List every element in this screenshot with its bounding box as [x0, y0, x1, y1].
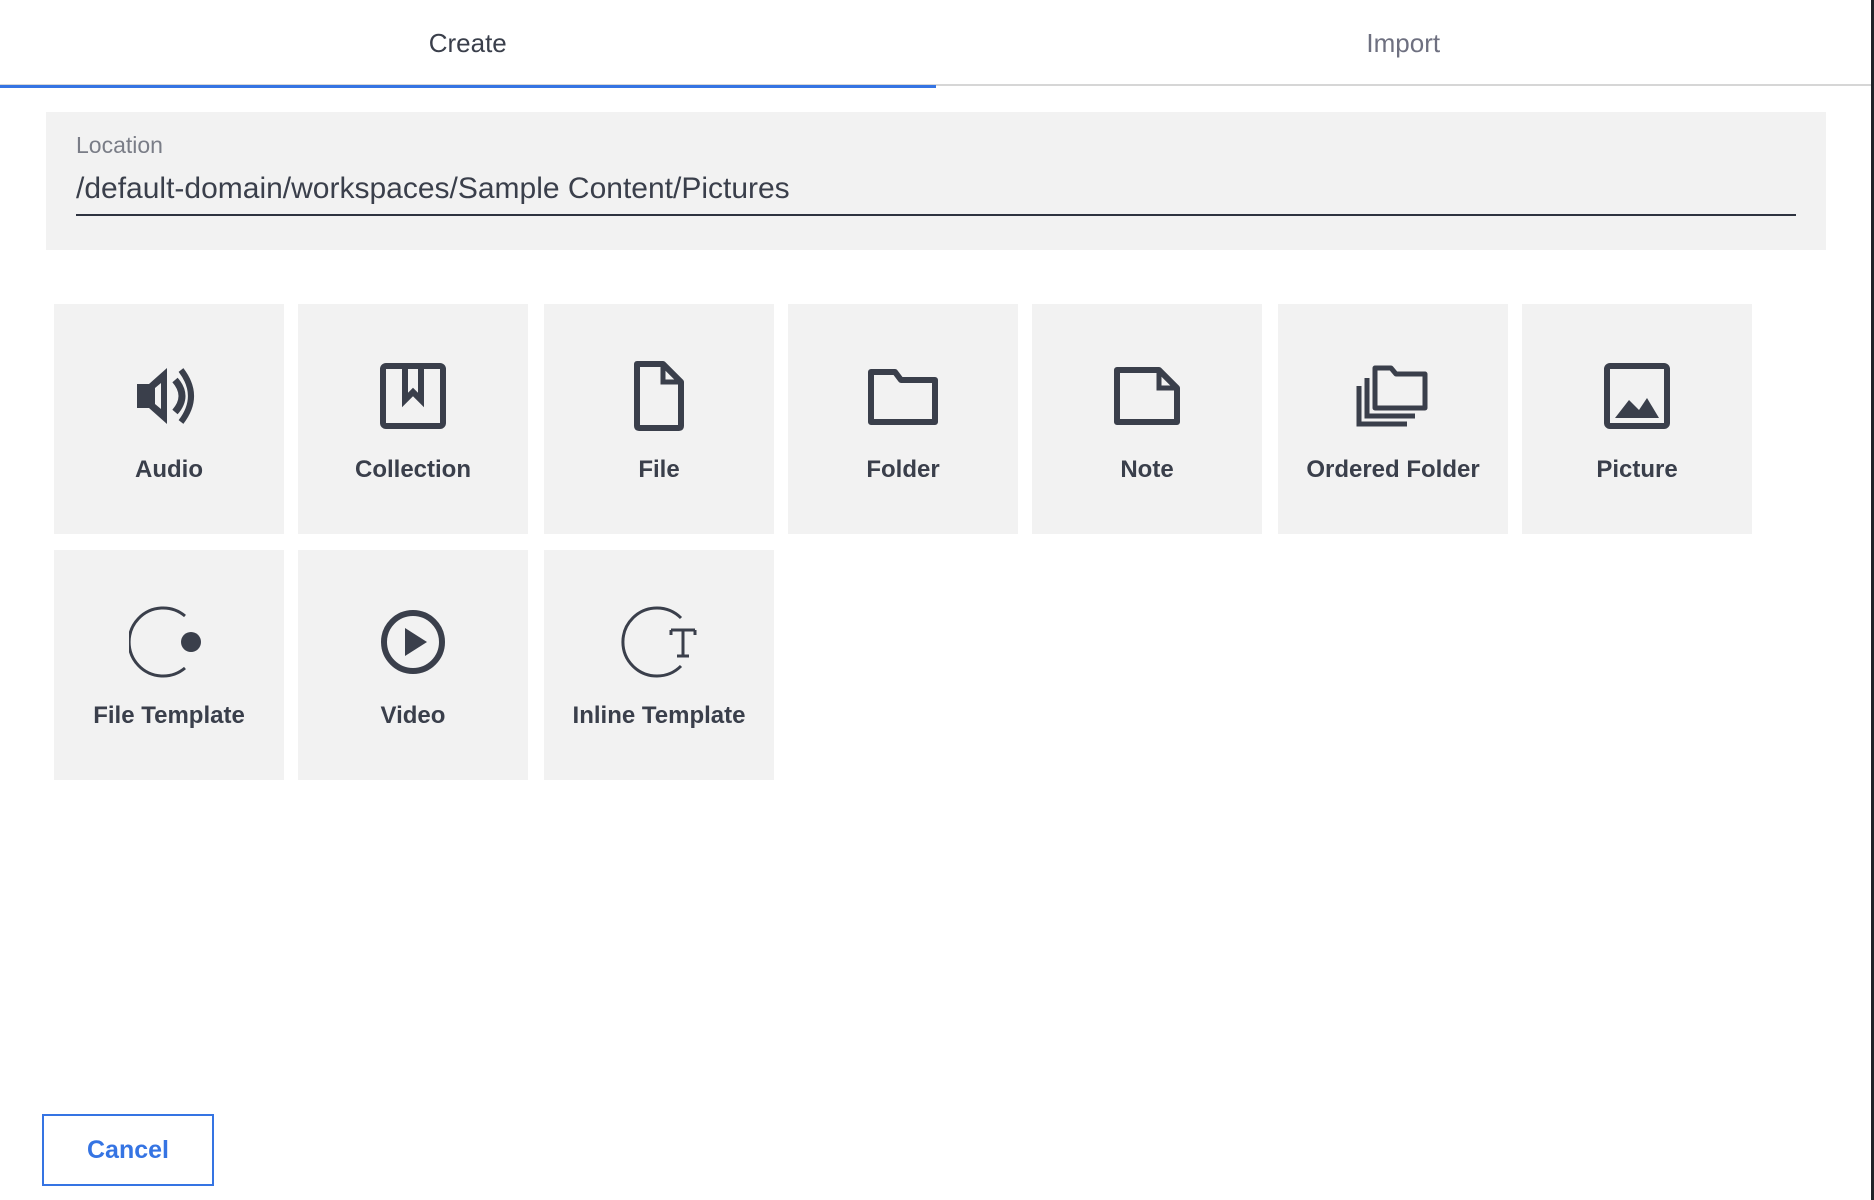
- doc-type-label: Folder: [866, 456, 940, 483]
- location-label: Location: [76, 132, 163, 158]
- doc-type-audio[interactable]: Audio: [54, 304, 284, 534]
- doc-type-label: Ordered Folder: [1306, 456, 1480, 483]
- location-field-container: Location: [46, 112, 1826, 250]
- collection-icon: [373, 356, 453, 436]
- ordered-folder-icon: [1353, 356, 1433, 436]
- doc-type-label: File: [638, 456, 680, 483]
- file-template-icon: [129, 602, 209, 682]
- doc-type-file[interactable]: File: [544, 304, 774, 534]
- tab-import[interactable]: Import: [936, 0, 1872, 86]
- audio-icon: [129, 356, 209, 436]
- doc-type-label: Video: [380, 702, 446, 729]
- file-icon: [619, 356, 699, 436]
- cancel-button[interactable]: Cancel: [42, 1114, 214, 1186]
- doc-type-inline-template[interactable]: Inline Template: [544, 550, 774, 780]
- inline-template-icon: [619, 602, 699, 682]
- video-icon: [373, 602, 453, 682]
- doc-type-file-template[interactable]: File Template: [54, 550, 284, 780]
- doc-type-note[interactable]: Note: [1032, 304, 1262, 534]
- note-icon: [1107, 356, 1187, 436]
- doc-type-label: Audio: [135, 456, 203, 483]
- doc-type-label: Note: [1120, 456, 1174, 483]
- doc-type-label: Inline Template: [572, 702, 746, 729]
- doc-type-collection[interactable]: Collection: [298, 304, 528, 534]
- create-document-dialog: Create Import Location Audio: [0, 0, 1874, 1200]
- doc-type-label: File Template: [93, 702, 245, 729]
- tab-create[interactable]: Create: [0, 0, 936, 88]
- tab-bar: Create Import: [0, 0, 1872, 88]
- folder-icon: [863, 356, 943, 436]
- doc-type-folder[interactable]: Folder: [788, 304, 1018, 534]
- location-input[interactable]: [76, 164, 1796, 216]
- picture-icon: [1597, 356, 1677, 436]
- doc-type-label: Collection: [354, 456, 471, 483]
- doc-type-video[interactable]: Video: [298, 550, 528, 780]
- doc-type-label: Picture: [1596, 456, 1678, 483]
- doc-type-ordered-folder[interactable]: Ordered Folder: [1278, 304, 1508, 534]
- doc-type-picture[interactable]: Picture: [1522, 304, 1752, 534]
